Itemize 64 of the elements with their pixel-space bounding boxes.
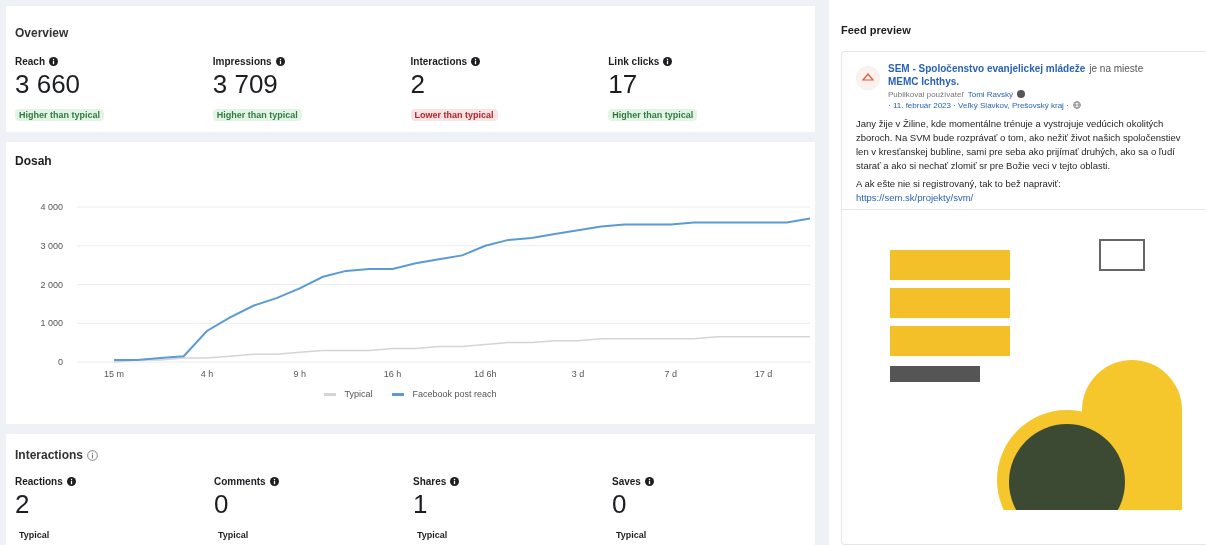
status-label: Typical <box>18 530 51 540</box>
metric-label: Impressions <box>212 55 272 69</box>
y-tick-label: 1 000 <box>40 318 63 329</box>
info-icon[interactable] <box>450 477 460 486</box>
post-text: A ak ešte nie si registrovaný, tak to bež napraviť: <box>855 176 1062 191</box>
info-icon[interactable] <box>663 57 673 66</box>
publisher-link[interactable]: Tomi Ravský <box>967 88 1014 100</box>
x-tick-label: 17 d <box>754 369 773 379</box>
info-icon[interactable] <box>471 57 481 66</box>
metric-value: 3 709 <box>212 69 279 99</box>
y-tick-label: 4 000 <box>40 202 63 212</box>
x-tick-label: 3 d <box>571 369 585 379</box>
y-tick-label: 2 000 <box>40 279 63 290</box>
info-icon[interactable] <box>269 477 279 486</box>
post-meta-text: · 11. február 2023 · Veľký Slavkov, Prešovský kraj · <box>888 99 1069 111</box>
metric-label: Reach <box>15 55 45 69</box>
info-icon[interactable] <box>49 57 58 66</box>
y-tick-label: 0 <box>58 357 63 367</box>
metric-label: Shares <box>413 475 447 489</box>
post-text: Jany žije v Žiline, kde momentálne trénuje a vystrojuje vedúcich okolitých zboroch. Na SVM bude rozprávať o tom, ako nežiť život našich spoločenstiev len v kresťanskej bubline, sami pre seba ako prijímať druhých, ako sa o ľudí starať a ako si nechať zlomiť sr pre Božie veci v tejto oblasti. <box>855 116 1182 173</box>
globe-icon <box>1072 101 1081 109</box>
metric-value: 17 <box>608 69 639 99</box>
legend-swatch-icon <box>324 393 337 397</box>
x-tick-label: 1d 6h <box>474 369 497 379</box>
section-title: Feed preview <box>841 23 912 38</box>
section-title: Interactions <box>15 447 83 464</box>
status-label: Typical <box>615 530 648 540</box>
page-avatar-icon[interactable] <box>856 65 880 90</box>
status-badge: Higher than typical <box>608 109 698 121</box>
post-header-text: je na mieste <box>1089 61 1144 75</box>
x-tick-label: 16 h <box>383 369 402 379</box>
x-tick-label: 15 m <box>104 369 125 379</box>
metric-value: 2 <box>15 489 31 519</box>
y-tick-label: 3 000 <box>40 240 63 251</box>
metric-value: 1 <box>413 489 429 519</box>
metric-value: 0 <box>612 489 628 519</box>
status-label: Typical <box>416 530 449 540</box>
metric-label: Comments <box>214 475 266 489</box>
page-link[interactable]: SEM - Spoločenstvo evanjelickej mládeže <box>888 61 1086 75</box>
metric-value: 0 <box>214 489 230 519</box>
x-tick-label: 9 h <box>293 369 306 379</box>
metric-label: Interactions <box>410 55 468 69</box>
section-title: Overview <box>15 25 70 42</box>
x-tick-label: 7 d <box>664 369 678 379</box>
metric-label: Reactions <box>15 475 63 489</box>
status-badge: Higher than typical <box>15 109 104 121</box>
metric-value: 3 660 <box>15 69 82 99</box>
x-tick-label: 4 h <box>200 369 214 379</box>
place-link[interactable]: MEMC Ichthys. <box>888 74 960 88</box>
chart-title: Dosah <box>15 153 53 170</box>
post-meta-text: Publikoval používateľ <box>888 88 964 100</box>
metric-label: Link clicks <box>608 55 660 69</box>
legend-label: Facebook post reach <box>412 388 497 401</box>
legend-swatch-icon <box>392 393 405 397</box>
legend-label: Typical <box>344 388 373 401</box>
metric-label: Saves <box>612 475 641 489</box>
info-icon[interactable] <box>275 57 285 66</box>
status-badge: Lower than typical <box>410 109 498 121</box>
info-icon[interactable] <box>644 477 654 486</box>
post-link[interactable]: https://sem.sk/projekty/svm/ <box>842 190 1206 205</box>
metric-value: 2 <box>410 69 426 99</box>
status-badge: Higher than typical <box>212 109 302 121</box>
info-icon[interactable] <box>66 477 76 486</box>
status-label: Typical <box>217 530 250 540</box>
